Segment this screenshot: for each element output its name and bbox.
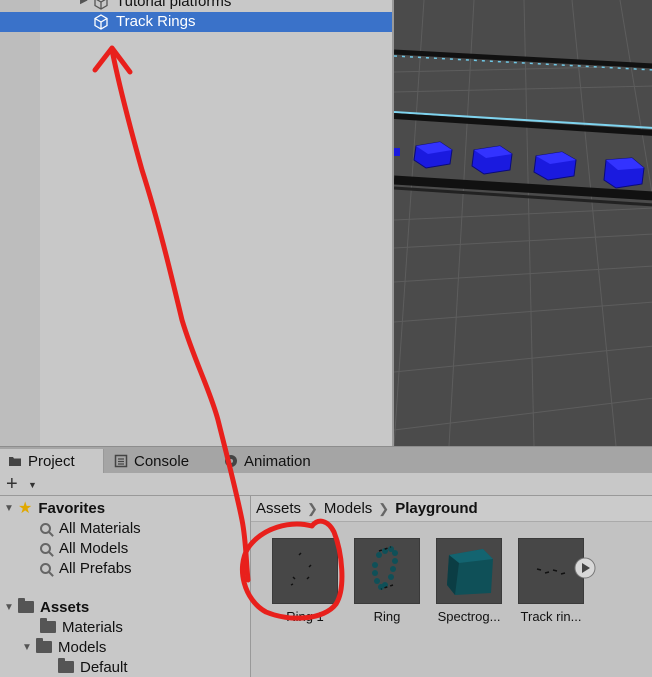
- cube-model-preview: [447, 549, 493, 595]
- chevron-right-icon: ❯: [378, 500, 390, 516]
- asset-track-rings[interactable]: Track rin...: [518, 538, 584, 624]
- asset-ring[interactable]: Ring: [354, 538, 420, 624]
- scene-viewport: [394, 0, 652, 446]
- asset-name: Spectrog...: [437, 609, 501, 624]
- gameobject-icon: [94, 14, 108, 30]
- search-icon: [40, 542, 51, 554]
- project-toolbar: + ▼: [0, 473, 652, 496]
- tree-item-label: Materials: [62, 618, 123, 636]
- expand-arrow-icon[interactable]: ▼: [22, 642, 36, 653]
- search-icon: [40, 522, 51, 534]
- project-tree: ▼ ★ Favorites All Materials All Models A…: [0, 496, 251, 677]
- search-icon: [40, 562, 51, 574]
- tab-label: Console: [134, 452, 190, 470]
- expand-arrow-icon[interactable]: ▼: [4, 503, 18, 514]
- gameobject-icon: [94, 0, 108, 10]
- tab-bar: Project Console Animation: [0, 446, 652, 473]
- folder-icon: [36, 638, 52, 653]
- tree-item-label: Default: [80, 658, 128, 676]
- tree-item-label: All Prefabs: [59, 559, 132, 577]
- bottom-panel: Project Console Animation + ▼ ▼ ★ Favori…: [0, 446, 652, 677]
- folder-icon: [40, 618, 56, 633]
- asset-thumbnail: [272, 538, 338, 604]
- hierarchy-gutter: [0, 0, 40, 446]
- chevron-right-icon: ❯: [307, 500, 318, 516]
- tree-item-all-prefabs[interactable]: All Prefabs: [40, 558, 132, 578]
- tree-item-default[interactable]: Default: [58, 657, 128, 677]
- hierarchy-item-tutorial-platforms[interactable]: ▶ Tutorial platforms: [0, 0, 392, 12]
- expand-arrow-icon[interactable]: ▶: [80, 0, 88, 6]
- hierarchy-item-label: Tutorial platforms: [116, 0, 232, 10]
- asset-name: Track rin...: [520, 609, 582, 624]
- ring-model-preview: [290, 552, 312, 586]
- hierarchy-item-track-rings[interactable]: Track Rings: [0, 12, 392, 32]
- tree-item-label: All Models: [59, 539, 129, 557]
- asset-thumbnail: [354, 538, 420, 604]
- hierarchy-item-label: Track Rings: [116, 13, 196, 30]
- ring-model-preview: [372, 546, 398, 590]
- tree-item-label: Favorites: [38, 499, 106, 517]
- play-arrow-icon[interactable]: [574, 557, 596, 579]
- tab-console[interactable]: Console: [112, 449, 189, 473]
- breadcrumb: Assets ❯ Models ❯ Playground: [251, 496, 652, 522]
- animation-icon: [225, 455, 237, 467]
- folder-icon: [58, 658, 74, 673]
- chevron-down-icon[interactable]: ▼: [28, 480, 37, 490]
- scene-view[interactable]: [392, 0, 652, 446]
- tree-item-label: Models: [58, 638, 107, 656]
- breadcrumb-playground[interactable]: Playground: [395, 500, 478, 517]
- tab-label: Project: [28, 452, 75, 470]
- asset-name: Ring: [373, 609, 401, 624]
- asset-name: Ring 1: [286, 609, 324, 624]
- folder-icon: [18, 598, 34, 613]
- asset-thumbnail: [436, 538, 502, 604]
- hierarchy-panel: ▶ Tutorial platforms Track Rings: [0, 0, 392, 446]
- tree-assets[interactable]: ▼ Assets: [4, 597, 89, 617]
- tree-item-materials[interactable]: Materials: [40, 617, 123, 637]
- folder-icon: [9, 457, 21, 466]
- tab-project[interactable]: Project: [0, 449, 104, 473]
- console-icon: [114, 454, 128, 468]
- star-icon: ★: [18, 500, 33, 517]
- asset-ring-1[interactable]: Ring 1: [272, 538, 338, 624]
- expand-arrow-icon[interactable]: ▼: [4, 602, 18, 613]
- asset-browser: Assets ❯ Models ❯ Playground Ring 1 Ring…: [251, 496, 652, 677]
- tab-animation[interactable]: Animation: [224, 449, 311, 473]
- breadcrumb-assets[interactable]: Assets: [256, 500, 301, 517]
- tree-item-all-models[interactable]: All Models: [40, 538, 128, 558]
- create-button[interactable]: +: [6, 473, 18, 495]
- tree-item-label: Assets: [40, 598, 90, 616]
- tree-item-all-materials[interactable]: All Materials: [40, 518, 141, 538]
- tree-favorites[interactable]: ▼ ★ Favorites: [4, 498, 105, 518]
- tab-label: Animation: [244, 452, 311, 470]
- tree-item-models[interactable]: ▼ Models: [22, 637, 106, 657]
- breadcrumb-models[interactable]: Models: [324, 500, 372, 517]
- tree-item-label: All Materials: [59, 519, 141, 537]
- asset-spectrogram[interactable]: Spectrog...: [436, 538, 502, 624]
